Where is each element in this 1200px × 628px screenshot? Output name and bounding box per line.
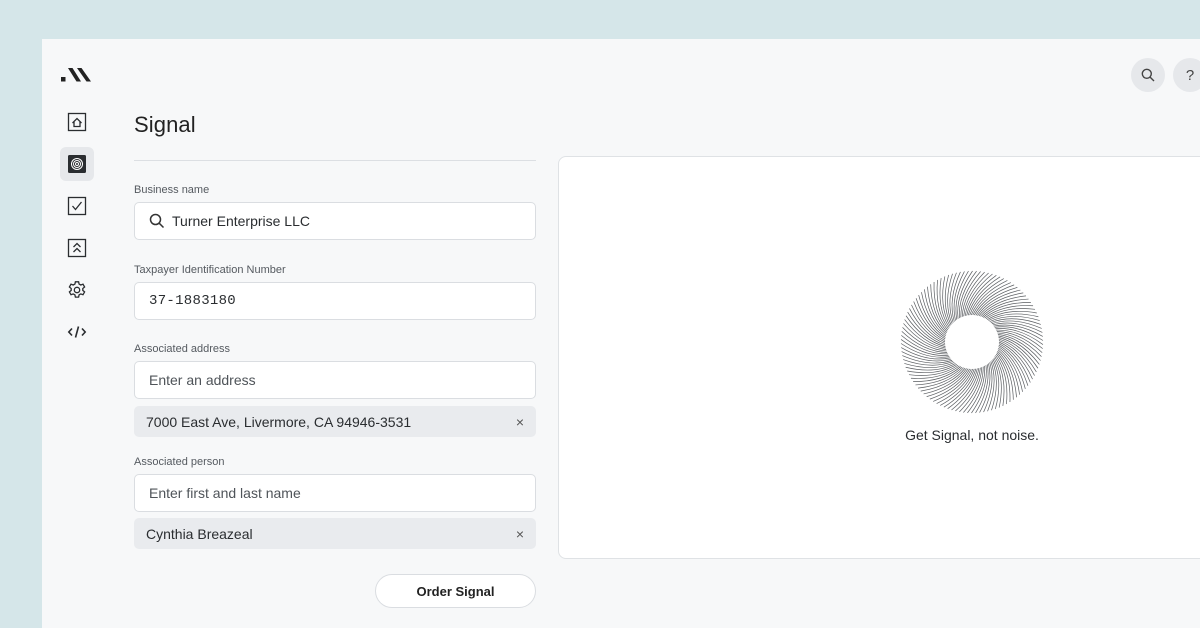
person-chip-label: Cynthia Breazeal (146, 525, 253, 542)
burst-ray (988, 313, 1039, 321)
help-icon: ? (1185, 66, 1195, 84)
address-input[interactable]: Enter an address (134, 361, 536, 399)
tin-value: 37-1883180 (149, 293, 237, 309)
person-input[interactable]: Enter first and last name (134, 474, 536, 512)
address-chip: 7000 East Ave, Livermore, CA 94946-3531 … (134, 406, 536, 437)
app-window: ? Signal Business name Turner Enterprise… (42, 39, 1200, 628)
divider (134, 160, 536, 161)
brand-logo[interactable] (60, 63, 94, 85)
search-icon (149, 213, 165, 229)
signal-burst-graphic (900, 270, 1044, 414)
business-name-label: Business name (134, 184, 210, 196)
tin-label: Taxpayer Identification Number (134, 264, 286, 276)
signal-icon (68, 155, 86, 173)
sidebar-item-home[interactable] (60, 105, 94, 139)
address-label: Associated address (134, 343, 230, 355)
order-signal-button[interactable]: Order Signal (375, 574, 536, 608)
code-icon (67, 326, 87, 338)
tagline: Get Signal, not noise. (905, 427, 1039, 443)
chevrons-up-icon (67, 238, 87, 258)
address-placeholder: Enter an address (149, 372, 256, 388)
checkbox-icon (67, 196, 87, 216)
person-label: Associated person (134, 456, 225, 468)
gear-icon (68, 281, 86, 298)
sidebar-item-reports[interactable] (60, 231, 94, 265)
business-name-input[interactable]: Turner Enterprise LLC (134, 202, 536, 240)
person-chip: Cynthia Breazeal × (134, 518, 536, 549)
person-placeholder: Enter first and last name (149, 485, 301, 501)
sidebar-item-signal[interactable] (60, 147, 94, 181)
address-chip-label: 7000 East Ave, Livermore, CA 94946-3531 (146, 413, 412, 430)
sidebar-item-settings[interactable] (60, 273, 94, 307)
home-icon (67, 112, 87, 132)
sidebar-item-tasks[interactable] (60, 189, 94, 223)
sidebar-item-developer[interactable] (60, 315, 94, 349)
remove-address-icon[interactable]: × (516, 414, 524, 430)
remove-person-icon[interactable]: × (516, 526, 524, 542)
search-icon (1141, 68, 1155, 82)
tin-input[interactable]: 37-1883180 (134, 282, 536, 320)
business-name-value: Turner Enterprise LLC (172, 213, 310, 229)
preview-panel: Get Signal, not noise. (558, 156, 1200, 559)
page-title: Signal (134, 112, 196, 137)
search-button[interactable] (1131, 58, 1165, 92)
help-button[interactable]: ? (1173, 58, 1200, 92)
burst-ray (905, 363, 956, 371)
